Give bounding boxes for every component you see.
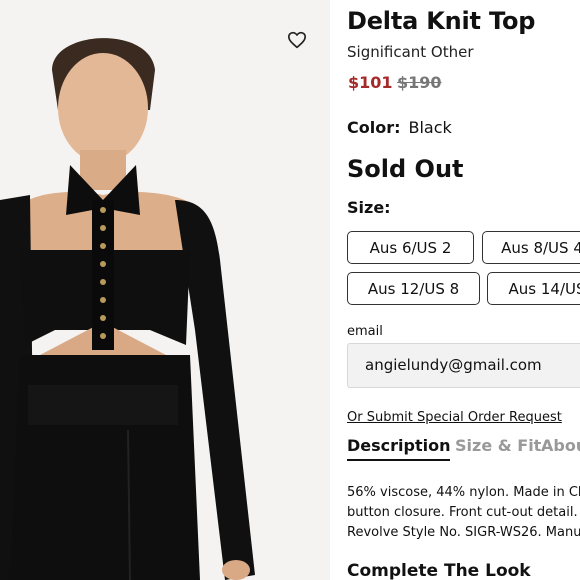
- color-label: Color:: [347, 118, 401, 137]
- email-input[interactable]: angielundy@gmail.com: [347, 343, 580, 388]
- original-price: $190: [397, 73, 442, 92]
- description-line: button closure. Front cut-out detail.: [347, 505, 578, 520]
- product-image[interactable]: [0, 0, 330, 580]
- availability-status: Sold Out: [347, 155, 464, 183]
- tab-about[interactable]: Abou: [541, 436, 580, 455]
- email-label: email: [347, 324, 383, 339]
- wishlist-heart-icon[interactable]: [287, 31, 307, 49]
- tab-size-fit[interactable]: Size & Fit: [455, 436, 541, 455]
- size-option-aus8[interactable]: Aus 8/US 4: [482, 231, 580, 264]
- sale-price: $101: [348, 73, 393, 92]
- description-line: Revolve Style No. SIGR-WS26. Manufe: [347, 525, 580, 540]
- tab-description[interactable]: Description: [347, 436, 451, 461]
- color-value: Black: [408, 118, 452, 137]
- size-option-aus14[interactable]: Aus 14/US: [487, 272, 580, 305]
- brand-name[interactable]: Significant Other: [347, 43, 474, 61]
- model-illustration: [0, 0, 330, 580]
- special-order-link[interactable]: Or Submit Special Order Request: [347, 410, 562, 425]
- color-row: Color: Black: [347, 118, 452, 137]
- complete-the-look-heading: Complete The Look: [347, 561, 531, 580]
- size-label: Size:: [347, 198, 391, 217]
- description-text: 56% viscose, 44% nylon. Made in Chi butt…: [347, 483, 580, 543]
- size-option-aus6[interactable]: Aus 6/US 2: [347, 231, 474, 264]
- description-line: 56% viscose, 44% nylon. Made in Chi: [347, 485, 580, 500]
- product-details: Delta Knit Top Significant Other $101 $1…: [347, 0, 580, 580]
- size-option-aus12[interactable]: Aus 12/US 8: [347, 272, 480, 305]
- product-title: Delta Knit Top: [347, 7, 536, 35]
